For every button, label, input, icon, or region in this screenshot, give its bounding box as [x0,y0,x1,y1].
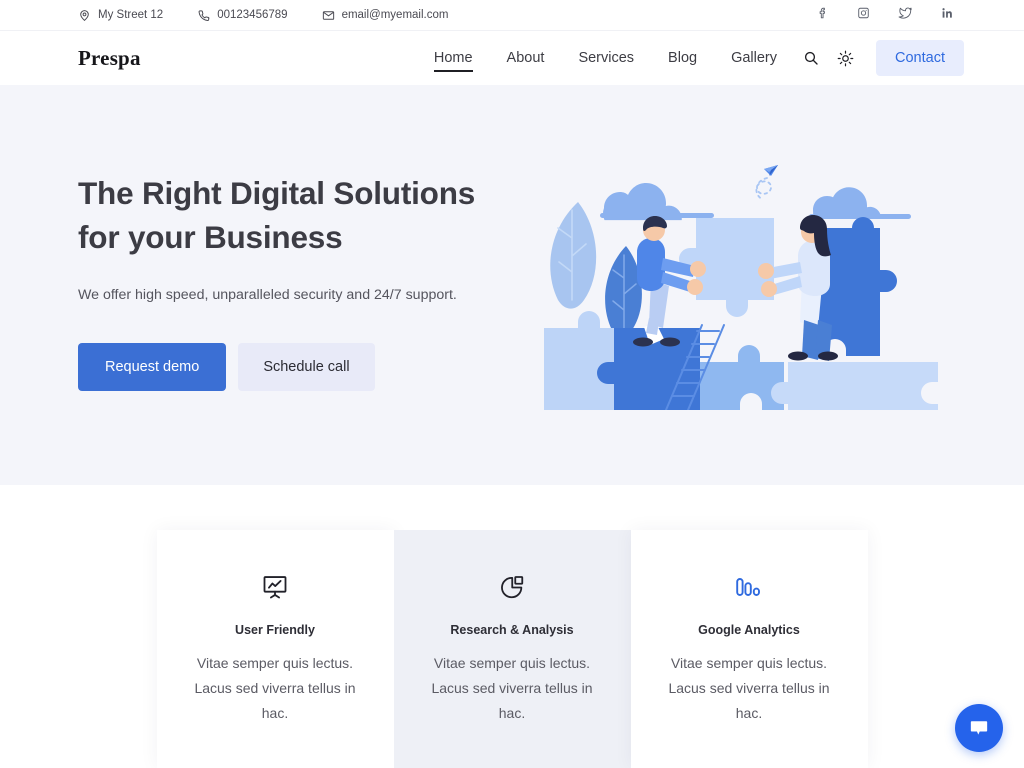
schedule-call-button[interactable]: Schedule call [238,343,375,392]
feature-card-google-analytics[interactable]: Google Analytics Vitae semper quis lectu… [630,530,868,768]
teamwork-puzzle-illustration [508,160,984,410]
hero-section: The Right Digital Solutions for your Bus… [0,85,1024,485]
paper-plane-icon [764,165,778,176]
puzzle-piece-bottom-right [771,362,938,410]
presentation-chart-icon [261,570,289,604]
hero-title-line1: The Right Digital Solutions [78,174,476,211]
contact-phone-text: 00123456789 [217,9,288,21]
contact-button[interactable]: Contact [876,40,964,76]
pie-chart-icon [498,570,526,604]
envelope-icon [322,9,335,22]
plane-trail [755,177,772,200]
feature-card-research-analysis[interactable]: Research & Analysis Vitae semper quis le… [393,530,631,768]
linkedin-icon[interactable] [941,6,954,25]
bar-chart-icon [734,570,764,604]
sun-icon[interactable] [828,43,862,73]
feature-title: User Friendly [235,623,315,637]
nav-item-gallery[interactable]: Gallery [714,46,794,71]
nav-item-services[interactable]: Services [561,46,651,71]
top-contact-bar: My Street 12 00123456789 email@myemail.c… [0,0,1024,31]
feature-title: Research & Analysis [450,623,574,637]
feature-cards: User Friendly Vitae semper quis lectus. … [156,530,868,768]
contact-info-group: My Street 12 00123456789 email@myemail.c… [78,9,448,22]
request-demo-button[interactable]: Request demo [78,343,227,392]
feature-description: Vitae semper quis lectus. Lacus sed vive… [668,655,830,721]
nav-item-home[interactable]: Home [417,46,490,72]
site-logo[interactable]: Prespa [78,46,141,71]
hero-text-block: The Right Digital Solutions for your Bus… [78,171,508,399]
social-links-group [816,6,954,25]
instagram-icon[interactable] [857,6,870,25]
location-pin-icon [78,9,91,22]
hero-subtitle: We offer high speed, unparalleled securi… [78,286,457,303]
feature-card-user-friendly[interactable]: User Friendly Vitae semper quis lectus. … [156,530,394,768]
nav-links: Home About Services Blog Gallery Contact [417,40,964,76]
feature-description: Vitae semper quis lectus. Lacus sed vive… [194,655,356,721]
contact-address[interactable]: My Street 12 [78,9,163,22]
twitter-icon[interactable] [898,6,913,25]
contact-phone[interactable]: 00123456789 [197,9,288,22]
features-section: User Friendly Vitae semper quis lectus. … [0,485,1024,768]
leaf-light [550,202,597,309]
contact-email[interactable]: email@myemail.com [322,9,449,22]
feature-description: Vitae semper quis lectus. Lacus sed vive… [431,655,593,721]
feature-title: Google Analytics [698,623,800,637]
nav-item-blog[interactable]: Blog [651,46,714,71]
hero-title: The Right Digital Solutions for your Bus… [78,171,508,259]
contact-email-text: email@myemail.com [341,9,449,21]
facebook-icon[interactable] [816,6,829,25]
chat-bubble-icon[interactable] [955,704,1003,752]
leaf-dark [605,246,642,338]
phone-icon [197,9,210,22]
search-icon[interactable] [794,43,828,73]
person-left [633,216,706,347]
main-navbar: Prespa Home About Services Blog Gallery … [0,31,1024,85]
contact-address-text: My Street 12 [98,9,164,21]
cloud-right [809,187,911,219]
hero-title-line2: for your Business [78,218,343,255]
nav-item-about[interactable]: About [490,46,562,71]
puzzle-piece-bottom-mid [700,345,784,410]
puzzle-piece-bottom-left [544,311,614,410]
hero-action-buttons: Request demo Schedule call [78,343,508,392]
cloud-left [600,183,714,221]
